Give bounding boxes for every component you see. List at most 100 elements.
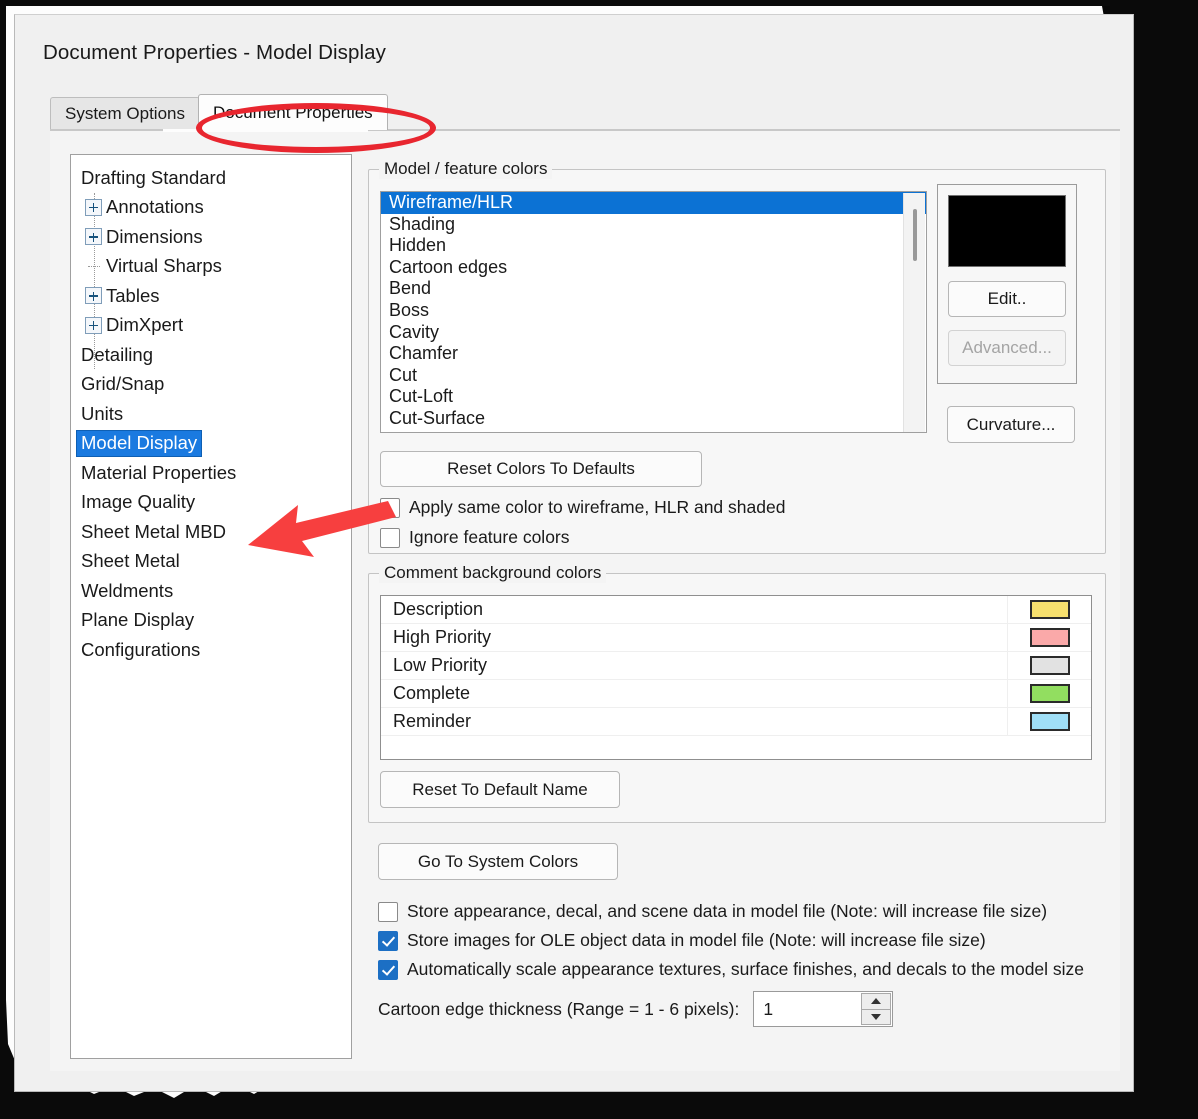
sidebar-item-image-quality[interactable]: Image Quality: [71, 488, 351, 518]
checkbox-icon[interactable]: [380, 497, 400, 518]
tabstrip: System Options Document Properties: [50, 94, 1120, 130]
comment-color-cell[interactable]: [1007, 680, 1091, 707]
comment-color-swatch[interactable]: [1029, 656, 1070, 675]
sidebar-item-material-properties[interactable]: Material Properties: [71, 458, 351, 488]
button-label: Edit..: [987, 289, 1027, 308]
sidebar-item-grid-snap[interactable]: Grid/Snap: [71, 370, 351, 400]
comment-color-swatch[interactable]: [1029, 712, 1070, 731]
stepper-up-icon[interactable]: [861, 993, 892, 1009]
checkbox-label: Automatically scale appearance textures,…: [407, 959, 1085, 979]
sidebar-item-annotations[interactable]: Annotations: [71, 193, 351, 223]
model-feature-colors-group: Model / feature colors Wireframe/HLR Shad…: [368, 159, 1106, 554]
sidebar-item-sheet-metal-mbd[interactable]: Sheet Metal MBD: [71, 517, 351, 547]
checkbox-label: Apply same color to wireframe, HLR and s…: [409, 497, 786, 517]
sidebar-item-tables[interactable]: Tables: [71, 281, 351, 311]
feature-color-item[interactable]: Wireframe/HLR: [381, 192, 926, 214]
cartoon-edge-thickness-stepper[interactable]: 1: [753, 991, 894, 1027]
reset-to-default-name-button[interactable]: Reset To Default Name: [380, 771, 620, 808]
comment-color-row[interactable]: Complete: [381, 680, 1091, 708]
sidebar-item-plane-display[interactable]: Plane Display: [71, 606, 351, 636]
sidebar-item-detailing[interactable]: Detailing: [71, 340, 351, 370]
feature-color-item[interactable]: Cartoon edges: [381, 257, 926, 279]
sidebar-item-label: Units: [81, 402, 124, 424]
color-preview-panel: Edit.. Advanced...: [937, 184, 1077, 384]
comment-color-name: Complete: [393, 683, 471, 703]
comment-color-row[interactable]: Description: [381, 596, 1091, 624]
comment-color-swatch[interactable]: [1029, 684, 1070, 703]
sidebar-item-label: Material Properties: [81, 461, 237, 483]
auto-scale-appearance-checkbox-row[interactable]: Automatically scale appearance textures,…: [378, 959, 1084, 980]
sidebar-item-configurations[interactable]: Configurations: [71, 635, 351, 665]
tree-leaf-icon: [85, 258, 102, 275]
feature-color-item[interactable]: Boss: [381, 300, 926, 322]
feature-color-listbox[interactable]: Wireframe/HLR Shading Hidden Cartoon edges B…: [380, 191, 927, 433]
color-preview-swatch: [948, 195, 1066, 267]
sidebar-item-label: Tables: [106, 284, 160, 306]
feature-color-item[interactable]: Bend: [381, 278, 926, 300]
sidebar-item-dimensions[interactable]: Dimensions: [71, 222, 351, 252]
sidebar-item-drafting-standard[interactable]: Drafting Standard: [71, 163, 351, 193]
settings-tree[interactable]: Drafting Standard Annotations Dimensions Vi…: [70, 154, 352, 1059]
listbox-scrollbar[interactable]: [903, 193, 925, 432]
group-legend-model-colors: Model / feature colors: [379, 159, 553, 179]
checkbox-icon[interactable]: [378, 930, 398, 951]
advanced-color-button: Advanced...: [948, 330, 1066, 366]
comment-color-cell[interactable]: [1007, 596, 1091, 623]
checkbox-icon[interactable]: [380, 527, 400, 548]
scrollbar-thumb[interactable]: [913, 209, 917, 261]
expand-plus-icon[interactable]: [85, 287, 102, 305]
comment-color-cell[interactable]: [1007, 708, 1091, 735]
comment-color-name: Reminder: [393, 711, 472, 731]
screenshot-canvas: Document Properties - Model Display Syst…: [0, 0, 1198, 1119]
feature-color-item[interactable]: Cavity: [381, 322, 926, 344]
sidebar-item-sheet-metal[interactable]: Sheet Metal: [71, 547, 351, 577]
edit-color-button[interactable]: Edit..: [948, 281, 1066, 317]
tab-document-properties[interactable]: Document Properties: [198, 94, 388, 130]
feature-color-item[interactable]: Shading: [381, 214, 926, 236]
comment-color-swatch[interactable]: [1029, 600, 1070, 619]
expand-plus-icon[interactable]: [85, 316, 102, 334]
store-ole-images-checkbox-row[interactable]: Store images for OLE object data in mode…: [378, 930, 986, 951]
tab-label: Document Properties: [213, 102, 373, 122]
checkbox-icon[interactable]: [378, 959, 398, 980]
feature-color-item[interactable]: Hidden: [381, 235, 926, 257]
go-to-system-colors-button[interactable]: Go To System Colors: [378, 843, 618, 880]
sidebar-item-dimxpert[interactable]: DimXpert: [71, 311, 351, 341]
expand-plus-icon[interactable]: [85, 228, 102, 246]
comment-color-name: Low Priority: [393, 655, 488, 675]
sidebar-item-label: Drafting Standard: [81, 166, 227, 188]
sidebar-item-label: Sheet Metal: [81, 550, 180, 572]
cartoon-edge-thickness-row: Cartoon edge thickness (Range = 1 - 6 pi…: [378, 991, 894, 1027]
sidebar-item-virtual-sharps[interactable]: Virtual Sharps: [71, 252, 351, 282]
comment-color-swatch[interactable]: [1029, 628, 1070, 647]
checkbox-icon[interactable]: [378, 901, 398, 922]
comment-background-colors-group: Comment background colors Description Hig…: [368, 563, 1106, 823]
sidebar-item-weldments[interactable]: Weldments: [71, 576, 351, 606]
comment-color-cell[interactable]: [1007, 652, 1091, 679]
sidebar-item-label: DimXpert: [106, 314, 184, 336]
apply-same-color-checkbox-row[interactable]: Apply same color to wireframe, HLR and s…: [380, 497, 785, 518]
tab-system-options[interactable]: System Options: [50, 97, 200, 130]
stepper-buttons: [861, 993, 892, 1025]
feature-color-item[interactable]: Cut-Loft: [381, 386, 926, 408]
feature-color-item[interactable]: Chamfer: [381, 343, 926, 365]
stepper-down-icon[interactable]: [861, 1008, 892, 1025]
button-label: Reset Colors To Defaults: [447, 459, 635, 478]
tab-label: System Options: [65, 104, 185, 123]
sidebar-item-label: Annotations: [106, 196, 204, 218]
comment-color-row[interactable]: Reminder: [381, 708, 1091, 736]
store-appearance-checkbox-row[interactable]: Store appearance, decal, and scene data …: [378, 901, 1047, 922]
comment-colors-table[interactable]: Description High Priority Low Priority Comp…: [380, 595, 1092, 760]
dialog-titlebar: Document Properties - Model Display: [15, 15, 1133, 81]
comment-color-row[interactable]: High Priority: [381, 624, 1091, 652]
feature-color-item[interactable]: Cut-Surface: [381, 408, 926, 430]
feature-color-item[interactable]: Cut: [381, 365, 926, 387]
ignore-feature-colors-checkbox-row[interactable]: Ignore feature colors: [380, 527, 570, 548]
sidebar-item-model-display[interactable]: Model Display: [71, 429, 351, 459]
expand-plus-icon[interactable]: [85, 198, 102, 216]
sidebar-item-units[interactable]: Units: [71, 399, 351, 429]
comment-color-row[interactable]: Low Priority: [381, 652, 1091, 680]
curvature-button[interactable]: Curvature...: [947, 406, 1075, 443]
comment-color-cell[interactable]: [1007, 624, 1091, 651]
reset-colors-to-defaults-button[interactable]: Reset Colors To Defaults: [380, 451, 702, 487]
